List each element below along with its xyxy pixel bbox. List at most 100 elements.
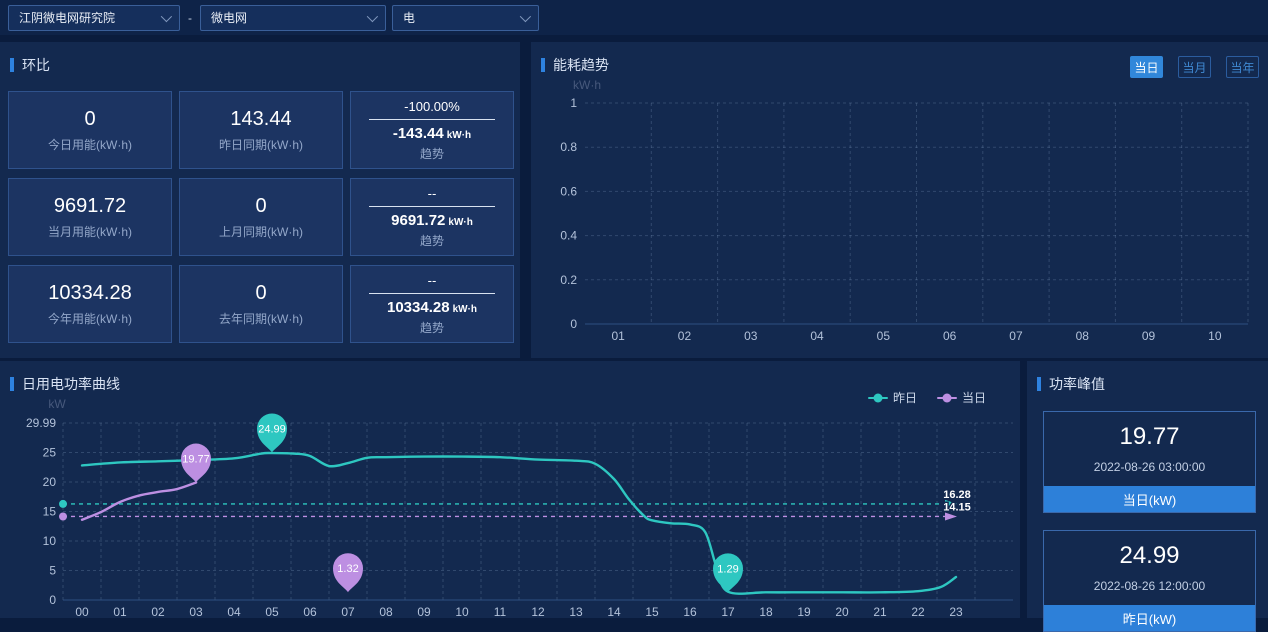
org-select-value: 江阴微电网研究院: [19, 9, 115, 26]
svg-text:0.4: 0.4: [560, 229, 577, 243]
svg-text:16: 16: [683, 605, 697, 618]
stat-card-last-month: 0 上月同期(kW·h): [179, 178, 343, 256]
svg-text:20: 20: [43, 475, 57, 489]
ring-compare-title: 环比: [0, 42, 520, 75]
svg-text:1.29: 1.29: [717, 563, 738, 575]
daily-power-panel: 日用电功率曲线 昨日 当日 kW051015202529.99000102030…: [0, 361, 1020, 618]
ring-compare-cards: 0 今日用能(kW·h) 143.44 昨日同期(kW·h) -100.00% …: [8, 91, 514, 343]
svg-text:1.32: 1.32: [337, 563, 358, 575]
trend-value: 10334.28: [387, 299, 450, 316]
trend-label: 趋势: [420, 145, 444, 162]
trend-value: 9691.72: [391, 212, 445, 229]
svg-text:02: 02: [151, 605, 165, 618]
peak-card-label-bar: 昨日(kW): [1044, 605, 1255, 631]
trend-unit: kW·h: [447, 130, 471, 141]
energy-trend-chart[interactable]: kW·h00.20.40.60.8101020304050607080910: [531, 42, 1268, 358]
svg-text:10: 10: [455, 605, 469, 618]
svg-text:kW·h: kW·h: [573, 78, 601, 92]
svg-text:5: 5: [49, 563, 56, 577]
trend-card-month: -- 9691.72kW·h 趋势: [350, 178, 514, 256]
chevron-down-icon: [367, 10, 378, 21]
stat-value: 143.44: [230, 108, 291, 130]
select-separator: -: [188, 11, 192, 25]
trend-percent: --: [428, 186, 437, 201]
svg-text:1: 1: [570, 96, 577, 110]
grid-select[interactable]: 微电网: [200, 5, 386, 31]
stat-value: 0: [84, 108, 95, 130]
peak-card-label-bar: 当日(kW): [1044, 486, 1255, 512]
svg-text:24.99: 24.99: [258, 423, 286, 435]
peak-value: 19.77: [1050, 423, 1249, 451]
org-select[interactable]: 江阴微电网研究院: [8, 5, 180, 31]
svg-text:0.2: 0.2: [560, 273, 577, 287]
svg-text:15: 15: [43, 504, 57, 518]
daily-power-chart[interactable]: kW051015202529.9900010203040506070809101…: [0, 361, 1020, 618]
svg-text:17: 17: [721, 605, 735, 618]
divider: [369, 119, 495, 120]
divider: [369, 293, 495, 294]
energy-type-select-value: 电: [403, 9, 415, 26]
trend-unit: kW·h: [448, 217, 472, 228]
trend-card-year: -- 10334.28kW·h 趋势: [350, 265, 514, 343]
stat-label: 今日用能(kW·h): [48, 136, 132, 153]
svg-text:06: 06: [303, 605, 317, 618]
title-accent-bar: [1037, 377, 1041, 391]
svg-text:0: 0: [49, 593, 56, 607]
svg-text:29.99: 29.99: [26, 416, 56, 430]
peak-timestamp: 2022-08-26 03:00:00: [1050, 460, 1249, 474]
svg-text:11: 11: [494, 605, 507, 618]
svg-text:0.8: 0.8: [560, 140, 577, 154]
svg-text:25: 25: [43, 445, 57, 459]
svg-text:02: 02: [678, 329, 692, 343]
svg-text:15: 15: [645, 605, 659, 618]
stat-value: 0: [255, 282, 266, 304]
trend-value: -143.44: [393, 125, 444, 142]
title-accent-bar: [10, 58, 14, 72]
svg-text:03: 03: [189, 605, 203, 618]
svg-text:06: 06: [943, 329, 957, 343]
stat-value: 0: [255, 195, 266, 217]
peak-value: 24.99: [1050, 542, 1249, 570]
stat-card-today: 0 今日用能(kW·h): [8, 91, 172, 169]
grid-select-value: 微电网: [211, 9, 247, 26]
stat-card-this-year: 10334.28 今年用能(kW·h): [8, 265, 172, 343]
svg-text:13: 13: [569, 605, 583, 618]
svg-text:18: 18: [759, 605, 773, 618]
svg-text:00: 00: [75, 605, 89, 618]
svg-text:0: 0: [570, 317, 577, 331]
stat-card-yesterday: 143.44 昨日同期(kW·h): [179, 91, 343, 169]
svg-text:23: 23: [949, 605, 963, 618]
svg-text:05: 05: [265, 605, 279, 618]
trend-percent: -100.00%: [404, 99, 460, 114]
svg-text:04: 04: [227, 605, 241, 618]
svg-text:12: 12: [531, 605, 545, 618]
energy-type-select[interactable]: 电: [392, 5, 539, 31]
power-peak-title: 功率峰值: [1027, 361, 1268, 394]
stat-value: 9691.72: [54, 195, 126, 217]
chevron-down-icon: [161, 10, 172, 21]
svg-text:03: 03: [744, 329, 758, 343]
peak-timestamp: 2022-08-26 12:00:00: [1050, 579, 1249, 593]
svg-text:kW: kW: [48, 397, 66, 411]
stat-label: 今年用能(kW·h): [48, 310, 132, 327]
topbar: 江阴微电网研究院 - 微电网 电: [0, 0, 1268, 35]
svg-text:19.77: 19.77: [182, 454, 210, 466]
svg-text:19: 19: [797, 605, 811, 618]
svg-text:09: 09: [417, 605, 431, 618]
ring-compare-panel: 环比 0 今日用能(kW·h) 143.44 昨日同期(kW·h) -100.0…: [0, 42, 520, 358]
chevron-down-icon: [520, 10, 531, 21]
trend-card-day: -100.00% -143.44kW·h 趋势: [350, 91, 514, 169]
svg-text:16.28: 16.28: [943, 489, 971, 501]
energy-trend-panel: 能耗趋势 当日 当月 当年 kW·h00.20.40.60.8101020304…: [531, 42, 1268, 358]
stat-card-last-year: 0 去年同期(kW·h): [179, 265, 343, 343]
svg-text:07: 07: [1009, 329, 1023, 343]
svg-text:22: 22: [911, 605, 925, 618]
stat-label: 去年同期(kW·h): [219, 310, 303, 327]
svg-text:0.6: 0.6: [560, 184, 577, 198]
svg-text:10: 10: [43, 534, 57, 548]
svg-text:14.15: 14.15: [943, 501, 971, 513]
svg-text:04: 04: [810, 329, 824, 343]
trend-label: 趋势: [420, 319, 444, 336]
svg-text:01: 01: [611, 329, 625, 343]
svg-text:08: 08: [1076, 329, 1090, 343]
